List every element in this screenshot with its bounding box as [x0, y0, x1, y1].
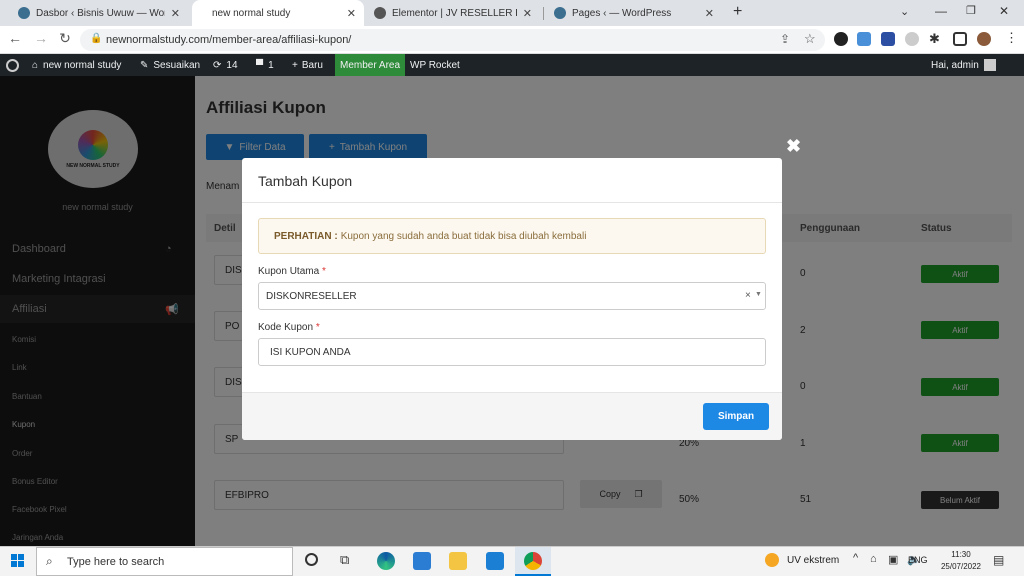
chrome-taskbar-button[interactable]: [515, 547, 551, 576]
modal-title: Tambah Kupon: [258, 173, 353, 189]
member-area-link[interactable]: Member Area: [335, 54, 406, 76]
store-icon[interactable]: [413, 552, 431, 570]
close-tab-icon[interactable]: ✕: [347, 7, 356, 20]
language-indicator[interactable]: ENG: [908, 555, 928, 565]
avatar: [983, 59, 996, 71]
wordpress-logo-icon[interactable]: [6, 54, 19, 76]
share-icon[interactable]: ⇪: [780, 32, 790, 46]
url-text: newnormalstudy.com/member-area/affiliasi…: [106, 34, 352, 46]
site-name-link[interactable]: ⌂ new normal study: [32, 54, 121, 76]
extension-icon[interactable]: [881, 32, 895, 46]
save-button[interactable]: Simpan: [703, 403, 769, 430]
comment-icon: ▀: [256, 59, 264, 71]
required-mark: *: [315, 322, 320, 333]
clear-icon[interactable]: ×: [745, 290, 751, 301]
alert-text: Kupon yang sudah anda buat tidak bisa di…: [340, 230, 587, 242]
brush-icon: ✎: [140, 59, 149, 71]
modal-divider: [242, 202, 782, 203]
file-explorer-icon[interactable]: [449, 552, 467, 570]
clock[interactable]: 11:30 25/07/2022: [940, 549, 982, 573]
url-field[interactable]: 🔒 newnormalstudy.com/member-area/affilia…: [80, 29, 825, 51]
tab-separator: [543, 7, 544, 20]
tab-search-icon[interactable]: ⌄: [900, 5, 909, 18]
cortana-icon[interactable]: [305, 553, 318, 566]
lock-icon: 🔒: [90, 33, 103, 44]
customize-link[interactable]: ✎ Sesuaikan: [140, 54, 200, 76]
browser-tab-1[interactable]: Dasbor ‹ Bisnis Uwuw — WordPress ✕: [10, 0, 188, 26]
new-tab-button[interactable]: +: [733, 3, 742, 21]
tab-label: Dasbor ‹ Bisnis Uwuw — WordPress: [36, 7, 165, 19]
close-tab-icon[interactable]: ✕: [523, 7, 532, 20]
browser-tab-4[interactable]: Pages ‹ — WordPress ✕: [546, 0, 722, 26]
mail-icon[interactable]: [486, 552, 504, 570]
chevron-down-icon[interactable]: ▼: [755, 291, 762, 298]
puzzle-icon[interactable]: ✱: [929, 31, 940, 47]
avatar[interactable]: [977, 32, 991, 46]
weather-text[interactable]: UV ekstrem: [787, 555, 839, 566]
refresh-icon: ⟳: [213, 59, 222, 71]
main-coupon-label: Kupon Utama *: [258, 266, 326, 277]
notification-icon[interactable]: ▤: [993, 553, 1004, 567]
coupon-code-label: Kode Kupon *: [258, 322, 320, 333]
input-value: ISI KUPON ANDA: [270, 346, 351, 358]
extension-icon[interactable]: [905, 32, 919, 46]
wordpress-icon: [554, 7, 566, 19]
tab-label: Elementor | JV RESELLER HERBAL: [392, 7, 517, 19]
main-coupon-select[interactable]: DISKONRESELLER × ▼: [258, 282, 766, 310]
chevron-up-icon[interactable]: ^: [853, 552, 858, 564]
minimize-icon[interactable]: —: [935, 4, 947, 18]
tab-label: new normal study: [212, 7, 291, 19]
account-link[interactable]: Hai, admin: [931, 54, 996, 76]
required-mark: *: [321, 266, 326, 277]
network-icon[interactable]: ⌂: [870, 553, 877, 565]
wordpress-icon: [18, 7, 30, 19]
reload-icon[interactable]: ↻: [56, 30, 74, 47]
task-view-icon[interactable]: ⧉: [340, 552, 349, 568]
bookmark-star-icon[interactable]: ☆: [804, 31, 816, 47]
modal-close-icon[interactable]: ✖: [786, 136, 801, 157]
restore-icon[interactable]: ❐: [966, 4, 976, 17]
coupon-code-input[interactable]: ISI KUPON ANDA: [258, 338, 766, 366]
uv-weather-icon: [765, 553, 779, 567]
chrome-icon: [524, 552, 542, 570]
comments-link[interactable]: ▀ 1: [256, 54, 274, 76]
globe-icon: [374, 7, 386, 19]
forward-icon[interactable]: →: [32, 30, 50, 46]
modal-footer: [242, 392, 782, 440]
windows-start-icon[interactable]: [11, 554, 24, 567]
edge-icon[interactable]: [377, 552, 395, 570]
new-content-link[interactable]: + Baru: [292, 54, 323, 76]
browser-tab-2[interactable]: new normal study ✕: [192, 0, 364, 26]
window-close-icon[interactable]: ✕: [999, 4, 1009, 18]
warning-alert: PERHATIAN : Kupon yang sudah anda buat t…: [258, 218, 766, 254]
close-tab-icon[interactable]: ✕: [171, 7, 180, 20]
close-tab-icon[interactable]: ✕: [705, 7, 714, 20]
back-icon[interactable]: ←: [6, 30, 24, 46]
plus-icon: +: [292, 59, 298, 71]
wp-rocket-link[interactable]: WP Rocket: [410, 54, 460, 76]
alert-label: PERHATIAN :: [274, 230, 338, 242]
taskbar-search[interactable]: ⌕ Type here to search: [36, 547, 293, 576]
menu-icon[interactable]: ⋮: [1005, 30, 1018, 46]
updates-link[interactable]: ⟳ 14: [213, 54, 238, 76]
search-icon: ⌕: [46, 554, 53, 568]
display-icon[interactable]: ▣: [888, 553, 898, 566]
home-icon: ⌂: [32, 59, 39, 71]
tab-label: Pages ‹ — WordPress: [572, 7, 672, 19]
select-value: DISKONRESELLER: [266, 290, 357, 302]
browser-tab-3[interactable]: Elementor | JV RESELLER HERBAL ✕: [366, 0, 540, 26]
sidepanel-icon[interactable]: [953, 32, 967, 46]
extension-icon[interactable]: [834, 32, 848, 46]
extension-icon[interactable]: [857, 32, 871, 46]
